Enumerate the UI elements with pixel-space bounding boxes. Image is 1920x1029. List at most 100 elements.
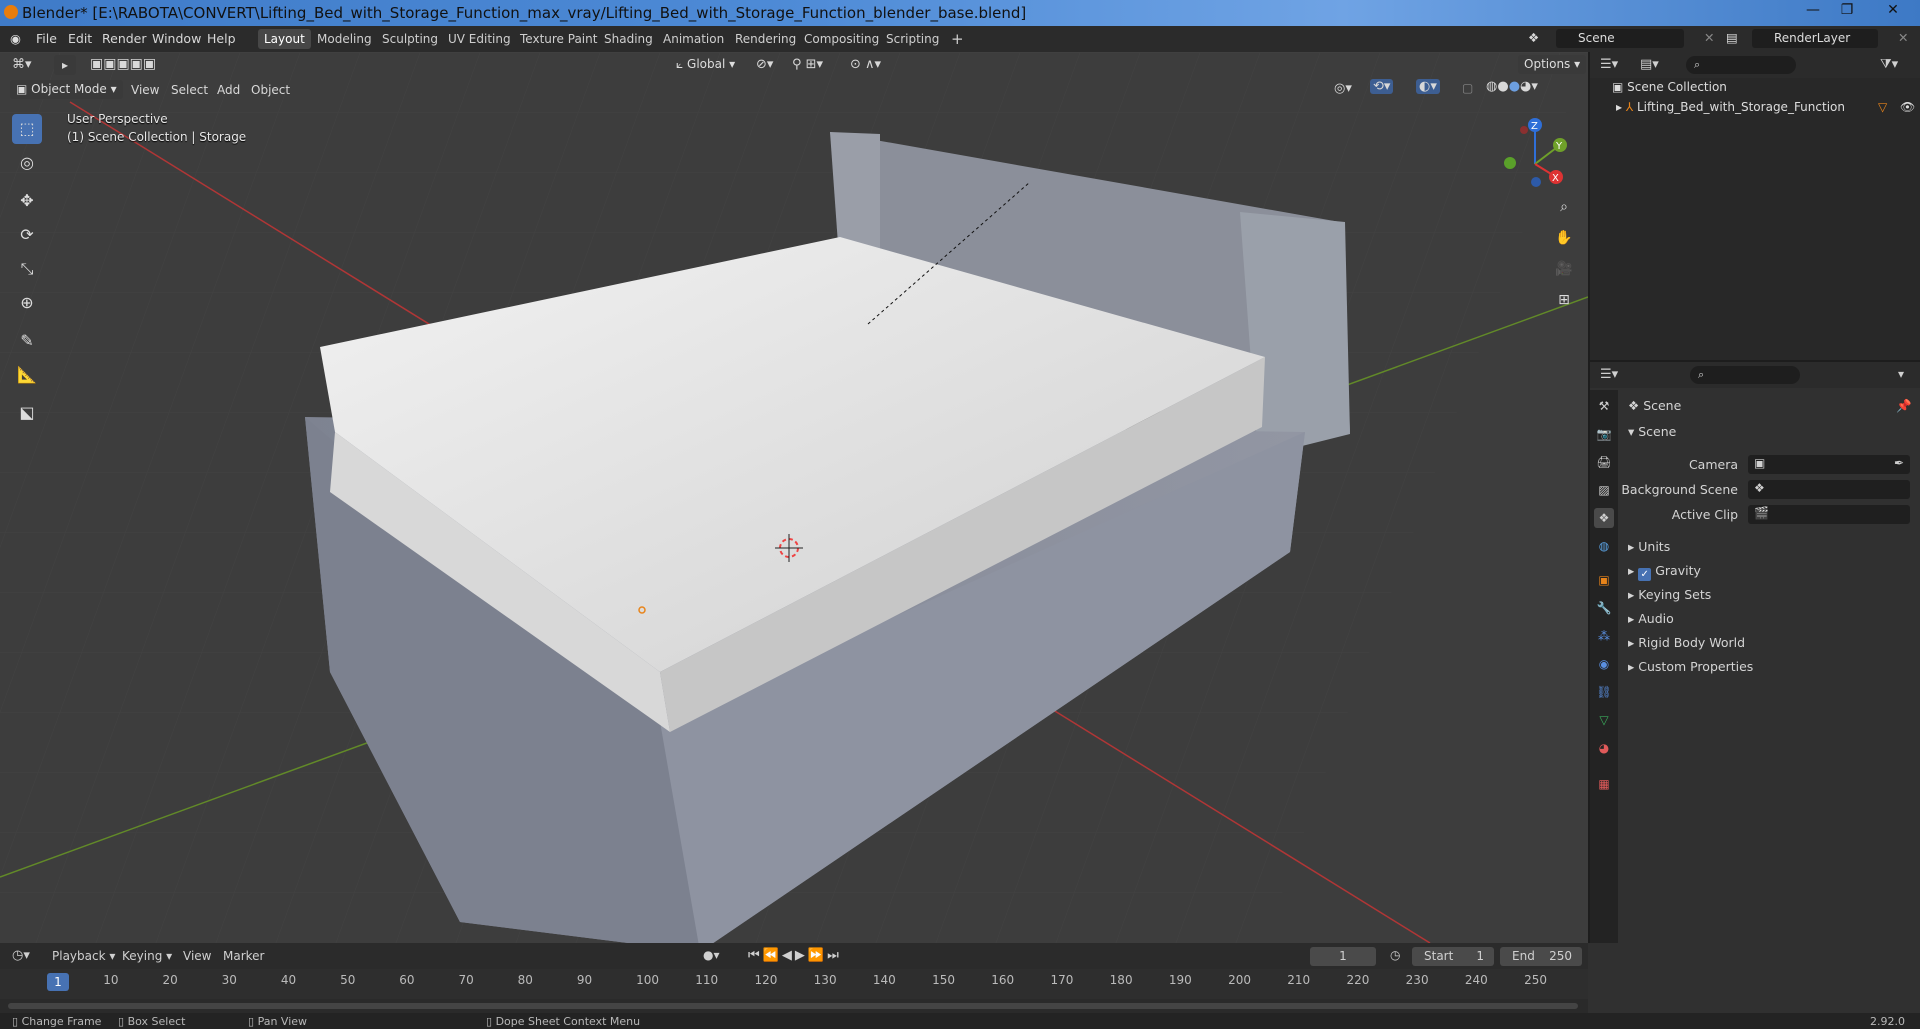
- section-custom-properties[interactable]: ▸ Custom Properties: [1628, 659, 1753, 674]
- timeline-menu-marker[interactable]: Marker: [223, 949, 264, 963]
- add-workspace-icon[interactable]: +: [945, 29, 970, 49]
- options-dropdown[interactable]: Options ▾: [1518, 55, 1587, 74]
- viewport-menu-view[interactable]: View: [131, 83, 159, 97]
- visibility-icon[interactable]: ◎▾: [1334, 81, 1352, 96]
- gravity-checkbox[interactable]: ✓: [1638, 568, 1652, 581]
- menu-render[interactable]: Render: [102, 31, 147, 46]
- playback-controls-icons[interactable]: ⏮⏪◀▶⏩⏭: [748, 948, 842, 963]
- menu-help[interactable]: Help: [207, 31, 236, 46]
- chevron-down-icon[interactable]: ▾: [1898, 367, 1904, 381]
- eyedropper-icon[interactable]: ✒: [1894, 456, 1904, 470]
- world-tab-icon[interactable]: ◍: [1594, 536, 1614, 556]
- tab-sculpting[interactable]: Sculpting: [376, 29, 444, 49]
- object-mode-dropdown[interactable]: ▣ Object Mode ▾: [10, 80, 123, 99]
- scene-panel-header[interactable]: ▾ Scene: [1628, 424, 1676, 439]
- tab-animation[interactable]: Animation: [657, 29, 730, 49]
- visibility-eye-icon[interactable]: 👁: [1900, 100, 1915, 114]
- overlay-toggle-icon[interactable]: ◐▾: [1416, 79, 1440, 94]
- section-audio[interactable]: ▸ Audio: [1628, 611, 1674, 626]
- pan-hand-icon[interactable]: ✋: [1552, 226, 1576, 250]
- current-frame-field[interactable]: 1: [1310, 947, 1376, 966]
- tab-layout[interactable]: Layout: [258, 29, 311, 49]
- viewport-menu-add[interactable]: Add: [217, 83, 240, 97]
- render-tab-icon[interactable]: 📷: [1594, 424, 1614, 444]
- properties-search-input[interactable]: ⌕: [1690, 366, 1800, 384]
- gizmo-toggle-icon[interactable]: ⟲▾: [1370, 79, 1394, 94]
- pin-icon[interactable]: 📌: [1896, 398, 1912, 414]
- data-tab-icon[interactable]: ▽: [1594, 710, 1614, 730]
- tab-uv-editing[interactable]: UV Editing: [442, 29, 517, 49]
- editor-type-icon[interactable]: ⌘▾: [12, 57, 32, 72]
- transform-tool[interactable]: ⊕: [12, 288, 42, 318]
- menu-window[interactable]: Window: [152, 31, 201, 46]
- scene-collection-row[interactable]: ▣ Scene Collection: [1612, 80, 1727, 94]
- particles-tab-icon[interactable]: ⁂: [1594, 626, 1614, 646]
- camera-field[interactable]: ▣ ✒: [1748, 455, 1910, 474]
- modifier-tab-icon[interactable]: 🔧: [1594, 598, 1614, 618]
- viewport-menu-select[interactable]: Select: [171, 83, 208, 97]
- background-scene-field[interactable]: ❖: [1748, 480, 1910, 499]
- move-tool[interactable]: ✥: [12, 186, 42, 216]
- tab-shading[interactable]: Shading: [598, 29, 659, 49]
- pivot-icon[interactable]: ⊘▾: [756, 57, 773, 72]
- end-frame-field[interactable]: End 250: [1500, 947, 1582, 966]
- timeline-scrollbar[interactable]: [8, 1003, 1578, 1009]
- outliner-item[interactable]: ▸ ⅄ Lifting_Bed_with_Storage_Function ▽ …: [1616, 100, 1916, 114]
- selection-mode-icons[interactable]: ▣▣▣▣▣: [90, 56, 156, 72]
- tab-scripting[interactable]: Scripting: [880, 29, 945, 49]
- section-rigid-body-world[interactable]: ▸ Rigid Body World: [1628, 635, 1745, 650]
- viewport-menu-object[interactable]: Object: [251, 83, 290, 97]
- record-icon[interactable]: ●▾: [703, 948, 720, 962]
- blender-menu-icon[interactable]: ◉: [10, 31, 21, 46]
- tab-compositing[interactable]: Compositing: [798, 29, 885, 49]
- transform-orientation-dropdown[interactable]: ⟀ Global ▾: [670, 55, 741, 74]
- expand-arrow-icon[interactable]: ▸: [1616, 100, 1626, 114]
- measure-tool[interactable]: 📐: [12, 360, 42, 390]
- start-frame-field[interactable]: Start 1: [1412, 947, 1494, 966]
- menu-file[interactable]: File: [36, 31, 57, 46]
- snap-icon[interactable]: ⚲ ⊞▾: [792, 57, 823, 72]
- constraints-tab-icon[interactable]: ⛓: [1594, 682, 1614, 702]
- playhead[interactable]: 1: [47, 973, 69, 991]
- object-tab-icon[interactable]: ▣: [1594, 570, 1614, 590]
- tab-modeling[interactable]: Modeling: [311, 29, 378, 49]
- close-button[interactable]: ✕: [1868, 0, 1918, 20]
- active-clip-field[interactable]: 🎬: [1748, 505, 1910, 524]
- section-gravity[interactable]: ▸ ✓ Gravity: [1628, 563, 1701, 581]
- scene-remove-icon[interactable]: ✕: [1704, 30, 1714, 45]
- section-keying-sets[interactable]: ▸ Keying Sets: [1628, 587, 1711, 602]
- properties-type-icon[interactable]: ☰▾: [1600, 367, 1618, 382]
- add-cube-tool[interactable]: ⬕: [12, 398, 42, 428]
- rotate-tool[interactable]: ⟳: [12, 220, 42, 250]
- timeline-type-icon[interactable]: ◷▾: [12, 948, 30, 963]
- texture-tab-icon[interactable]: ▦: [1594, 774, 1614, 794]
- material-tab-icon[interactable]: ◕: [1594, 738, 1614, 758]
- zoom-icon[interactable]: ⌕: [1552, 195, 1576, 219]
- viewport-scene[interactable]: Z Y X: [0, 52, 1588, 943]
- tool-tab-icon[interactable]: ⚒: [1594, 396, 1614, 416]
- timeline-menu-keying[interactable]: Keying ▾: [122, 949, 172, 963]
- timeline-menu-view[interactable]: View: [183, 949, 211, 963]
- 3d-viewport[interactable]: Z Y X ⌘▾ ▸ ▣▣▣▣▣ ▣ Object Mode ▾ View Se…: [0, 52, 1588, 943]
- timeline-ruler[interactable]: 1 10 20 30 40 50 60 70 80 90 100 110 120 130 140 150 16…: [0, 969, 1588, 999]
- tab-rendering[interactable]: Rendering: [729, 29, 802, 49]
- renderlayer-remove-icon[interactable]: ✕: [1898, 30, 1908, 45]
- maximize-button[interactable]: ❐: [1834, 0, 1860, 20]
- annotate-tool[interactable]: ✎: [12, 326, 42, 356]
- shading-modes-icons[interactable]: ◍●●◕▾: [1486, 79, 1538, 94]
- minimize-button[interactable]: —: [1800, 0, 1826, 20]
- outliner-type-icon[interactable]: ☰▾: [1600, 57, 1618, 72]
- scene-selector[interactable]: Scene: [1556, 29, 1684, 48]
- select-tool-icon[interactable]: ▸: [54, 55, 76, 75]
- renderlayer-selector[interactable]: RenderLayer: [1752, 29, 1878, 48]
- tab-texture-paint[interactable]: Texture Paint: [514, 29, 603, 49]
- outliner-search-input[interactable]: ⌕: [1686, 56, 1796, 74]
- select-box-tool[interactable]: ⬚: [12, 114, 42, 144]
- menu-edit[interactable]: Edit: [68, 31, 92, 46]
- scale-tool[interactable]: ⤡: [12, 254, 42, 284]
- filter-icon[interactable]: ⧩▾: [1880, 57, 1898, 72]
- proportional-edit-icon[interactable]: ⊙ ∧▾: [850, 57, 881, 72]
- display-mode-icon[interactable]: ▤▾: [1640, 57, 1659, 72]
- ortho-grid-icon[interactable]: ⊞: [1552, 288, 1576, 312]
- physics-tab-icon[interactable]: ◉: [1594, 654, 1614, 674]
